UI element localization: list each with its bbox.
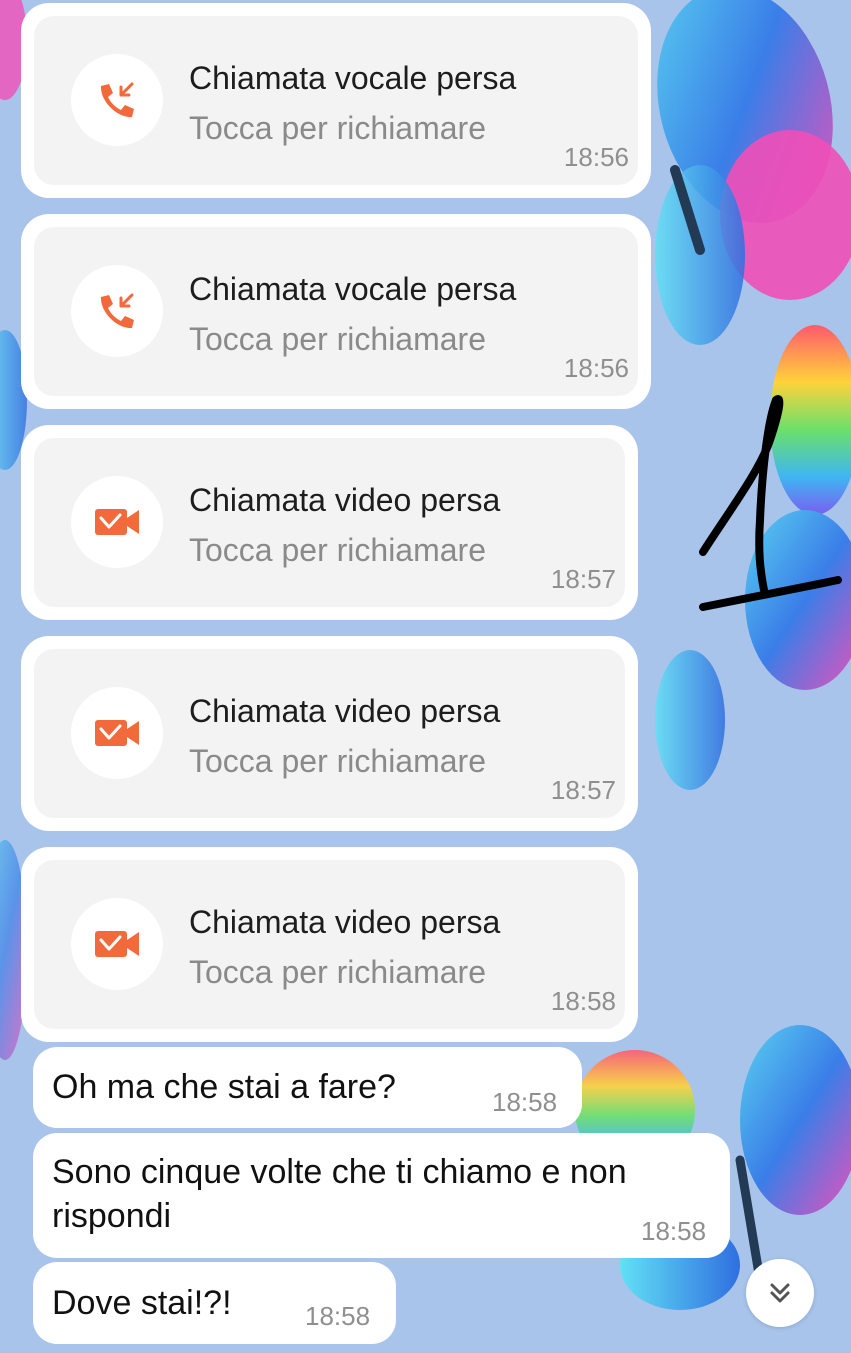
message-timestamp: 18:58 [305, 1301, 371, 1331]
missed-voice-call-icon [71, 265, 163, 357]
message-bubble[interactable]: Sono cinque volte che ti chiamo e non ri… [33, 1133, 730, 1258]
call-timestamp: 18:56 [563, 142, 629, 172]
message-bubble[interactable]: Dove stai!?! 18:58 [33, 1262, 396, 1344]
chat-thread: Chiamata vocale persa Tocca per richiama… [0, 0, 851, 1353]
call-subtitle: Tocca per richiamare [189, 110, 486, 146]
double-chevron-down-icon [770, 1283, 790, 1303]
call-timestamp: 18:56 [563, 353, 629, 383]
missed-video-call-icon [71, 687, 163, 779]
call-title: Chiamata video persa [189, 693, 501, 729]
call-timestamp: 18:58 [550, 986, 616, 1016]
call-subtitle: Tocca per richiamare [189, 321, 486, 357]
call-title: Chiamata video persa [189, 904, 501, 940]
missed-video-call-icon [71, 898, 163, 990]
missed-voice-call-icon [71, 54, 163, 146]
message-timestamp: 18:58 [492, 1087, 558, 1117]
message-timestamp: 18:58 [641, 1216, 707, 1246]
missed-call-card[interactable]: Chiamata vocale persa Tocca per richiama… [21, 214, 651, 409]
message-text: Dove stai!?! [52, 1284, 232, 1322]
call-subtitle: Tocca per richiamare [189, 532, 486, 568]
scroll-to-bottom-button[interactable] [746, 1259, 814, 1327]
missed-video-call-icon [71, 476, 163, 568]
call-subtitle: Tocca per richiamare [189, 743, 486, 779]
missed-call-card[interactable]: Chiamata vocale persa Tocca per richiama… [21, 3, 651, 198]
message-bubble[interactable]: Oh ma che stai a fare? 18:58 [33, 1047, 582, 1128]
call-subtitle: Tocca per richiamare [189, 954, 486, 990]
missed-call-card[interactable]: Chiamata video persa Tocca per richiamar… [21, 636, 638, 831]
message-text: Sono cinque volte che ti chiamo e non ri… [52, 1153, 627, 1235]
message-text: Oh ma che stai a fare? [52, 1068, 396, 1106]
call-title: Chiamata vocale persa [189, 60, 517, 96]
call-title: Chiamata video persa [189, 482, 501, 518]
call-title: Chiamata vocale persa [189, 271, 517, 307]
call-timestamp: 18:57 [550, 564, 616, 594]
missed-call-card[interactable]: Chiamata video persa Tocca per richiamar… [21, 847, 638, 1042]
call-timestamp: 18:57 [550, 775, 616, 805]
missed-call-card[interactable]: Chiamata video persa Tocca per richiamar… [21, 425, 638, 620]
